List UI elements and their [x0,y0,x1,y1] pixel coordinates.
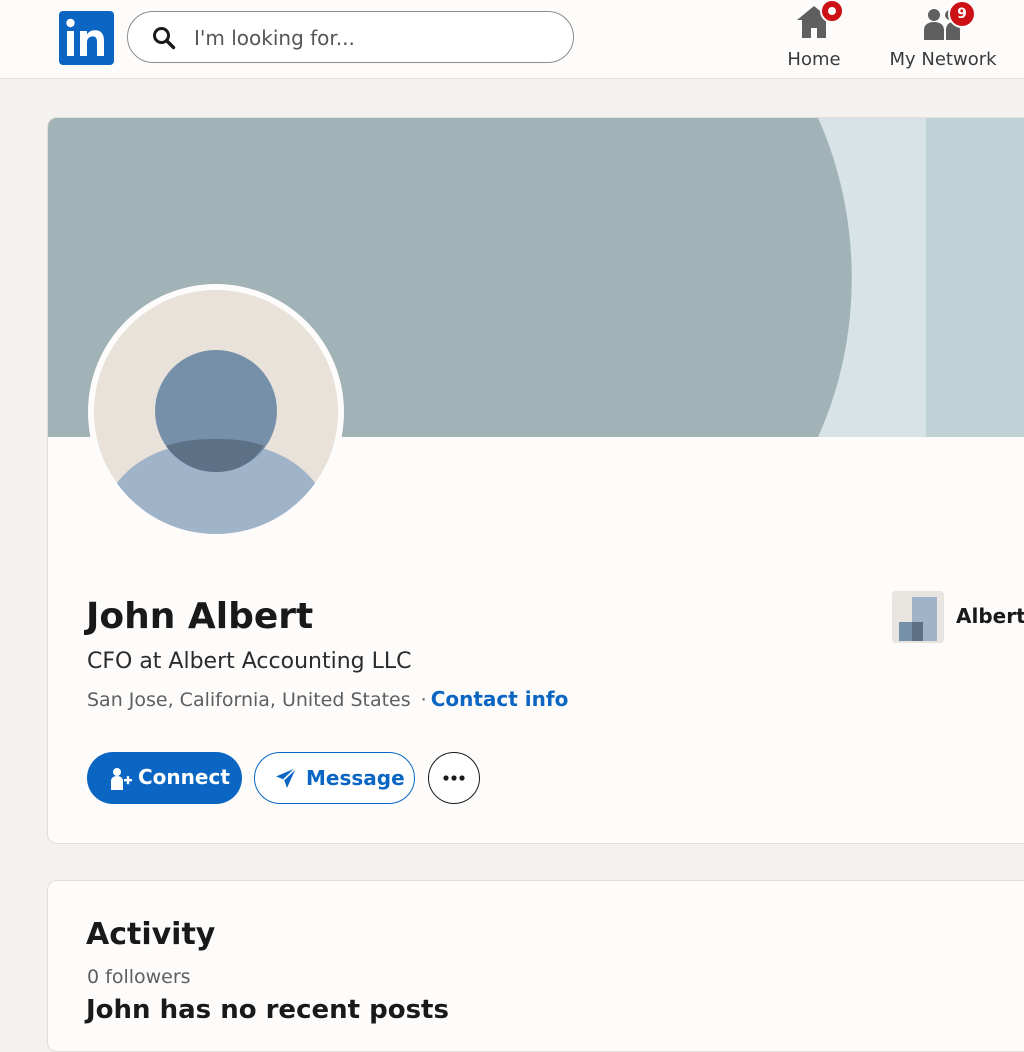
activity-title: Activity [86,917,216,952]
activity-card: Activity 0 followers John has no recent … [47,880,1024,1052]
nav-my-network-label: My Network [889,49,997,70]
profile-headline: CFO at Albert Accounting LLC [87,649,412,674]
followers-count: 0 followers [87,966,191,988]
search-icon [153,27,176,50]
more-icon [443,775,465,781]
home-notification-badge [820,0,844,23]
avatar-placeholder-icon [94,290,338,534]
message-button-label: Message [306,766,405,790]
profile-card: John Albert CFO at Albert Accounting LLC… [47,117,1024,844]
profile-location: San Jose, California, United States [87,689,411,711]
contact-info-link[interactable]: Contact info [431,687,569,711]
linkedin-logo-icon[interactable] [59,11,114,65]
add-person-icon [111,768,132,790]
company-name: Albert [956,604,1024,628]
search-input[interactable] [192,22,556,54]
nav-home-label: Home [787,49,841,70]
no-posts-message: John has no recent posts [86,995,449,1025]
top-navigation: Home 9 My Network [0,0,1024,79]
profile-name: John Albert [86,596,314,637]
message-button[interactable]: Message [254,752,415,804]
connect-button-label: Connect [138,765,230,789]
search-bar[interactable] [127,11,574,63]
more-actions-button[interactable] [428,752,480,804]
nav-my-network[interactable]: 9 My Network [882,0,1004,78]
nav-home[interactable]: Home [776,0,852,78]
location-line: San Jose, California, United States · Cont… [87,687,568,711]
company-logo-icon [892,591,944,643]
send-icon [276,767,297,788]
profile-photo[interactable] [88,284,344,540]
network-notification-badge: 9 [948,0,976,28]
connect-button[interactable]: Connect [87,752,242,804]
separator-dot: · [420,689,427,711]
